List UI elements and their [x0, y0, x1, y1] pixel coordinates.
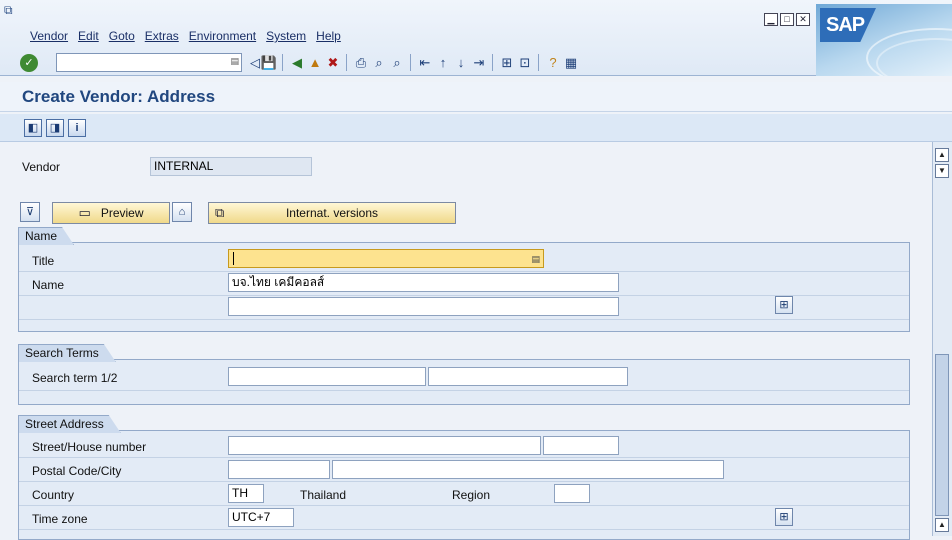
- vendor-label: Vendor: [22, 160, 61, 174]
- city-field[interactable]: [332, 460, 724, 479]
- vertical-scrollbar[interactable]: ▲ ▼ ▲: [932, 142, 952, 536]
- street-address-title: Street Address: [18, 415, 121, 433]
- scroll-down-icon[interactable]: ▼: [935, 164, 949, 178]
- street-label: Street/House number: [32, 440, 147, 454]
- value-help-icon[interactable]: ▤: [531, 251, 540, 267]
- last-page-icon[interactable]: ⇥: [470, 54, 488, 72]
- page-title: Create Vendor: Address: [22, 87, 216, 106]
- next-screen-icon[interactable]: ◨: [46, 119, 64, 137]
- next-page-icon[interactable]: ↓: [452, 54, 470, 72]
- name2-field[interactable]: [228, 297, 619, 316]
- name-label: Name: [32, 278, 65, 292]
- menu-bar: Vendor Edit Goto Extras Environment Syst…: [30, 28, 341, 44]
- help-icon[interactable]: ?: [544, 54, 562, 72]
- standard-toolbar: ✓ ▤ ◁ 💾 ◀ ▲ ✖ ⎙ ⌕ ⌕ ⇤ ↑ ↓ ⇥ ⊞ ⊡ ? ▦: [20, 52, 810, 72]
- cancel-icon[interactable]: ✖: [324, 54, 342, 72]
- scroll-up-bottom-icon[interactable]: ▲: [935, 518, 949, 532]
- region-field[interactable]: [554, 484, 590, 503]
- country-field[interactable]: TH: [228, 484, 264, 503]
- close-icon[interactable]: ✕: [796, 13, 810, 26]
- more-fields-icon[interactable]: ⊞: [775, 296, 793, 314]
- main-content: Vendor INTERNAL ⊽ ▭ Preview ⌂ ⧉ Internat…: [0, 142, 930, 540]
- menu-help[interactable]: Help: [316, 28, 341, 44]
- preview-button[interactable]: ▭ Preview: [52, 202, 170, 224]
- search-term-2-field[interactable]: [428, 367, 628, 386]
- exit-icon[interactable]: ▲: [306, 54, 324, 72]
- postal-city-label: Postal Code/City: [32, 464, 122, 478]
- logo-text: SAP: [826, 14, 865, 36]
- new-session-icon[interactable]: ⊞: [498, 54, 516, 72]
- sap-logo: SAP: [816, 4, 952, 76]
- window-controls: ▁ □ ✕: [764, 13, 810, 26]
- menu-system[interactable]: System: [266, 28, 306, 44]
- enter-check-icon[interactable]: ✓: [20, 54, 38, 72]
- timezone-label: Time zone: [32, 512, 88, 526]
- shortcut-icon[interactable]: ⊡: [516, 54, 534, 72]
- more-address-fields-icon[interactable]: ⊞: [775, 508, 793, 526]
- vendor-field: INTERNAL: [150, 157, 312, 176]
- maximize-icon[interactable]: □: [780, 13, 794, 26]
- menu-extras[interactable]: Extras: [145, 28, 179, 44]
- prev-page-icon[interactable]: ↑: [434, 54, 452, 72]
- page-icon: ▭: [78, 205, 91, 220]
- title-label: Title: [32, 254, 55, 268]
- house-number-field[interactable]: [543, 436, 619, 455]
- versions-icon: ⧉: [215, 205, 225, 220]
- application-toolbar: ◧ ◨ i: [0, 114, 952, 142]
- expand-icon[interactable]: ⊽: [20, 202, 40, 222]
- save-icon[interactable]: 💾: [260, 54, 278, 72]
- previous-screen-icon[interactable]: ◧: [24, 119, 42, 137]
- dropdown-icon[interactable]: ▤: [230, 56, 239, 67]
- menu-goto[interactable]: Goto: [109, 28, 135, 44]
- timezone-field[interactable]: UTC+7: [228, 508, 294, 527]
- region-label: Region: [452, 488, 491, 502]
- first-page-icon[interactable]: ⇤: [416, 54, 434, 72]
- nav-back-icon[interactable]: ◀: [288, 54, 306, 72]
- search-terms-title: Search Terms: [18, 344, 116, 362]
- menu-vendor[interactable]: Vendor: [30, 28, 68, 44]
- info-icon[interactable]: i: [68, 119, 86, 137]
- country-name: Thailand: [300, 488, 347, 502]
- find-icon[interactable]: ⌕: [370, 54, 388, 72]
- menu-edit[interactable]: Edit: [78, 28, 99, 44]
- title-bar: Create Vendor: Address: [0, 82, 952, 112]
- window-header: ⧉ Vendor Edit Goto Extras Environment Sy…: [0, 0, 952, 76]
- scroll-up-icon[interactable]: ▲: [935, 148, 949, 162]
- command-field[interactable]: ▤: [56, 53, 242, 72]
- street-field[interactable]: [228, 436, 541, 455]
- name-field[interactable]: บจ.ไทย เคมีคอลส์: [228, 273, 619, 292]
- country-label: Country: [32, 488, 75, 502]
- find-next-icon[interactable]: ⌕: [388, 54, 406, 72]
- scroll-thumb[interactable]: [935, 354, 949, 516]
- layout-icon[interactable]: ▦: [562, 54, 580, 72]
- internat-versions-button[interactable]: ⧉ Internat. versions: [208, 202, 456, 224]
- search-term-1-field[interactable]: [228, 367, 426, 386]
- print-icon[interactable]: ⎙: [352, 54, 370, 72]
- search-term-label: Search term 1/2: [32, 371, 118, 385]
- postal-code-field[interactable]: [228, 460, 330, 479]
- menu-environment[interactable]: Environment: [189, 28, 256, 44]
- system-menu-icon[interactable]: ⧉: [4, 3, 18, 17]
- address-change-icon[interactable]: ⌂: [172, 202, 192, 222]
- minimize-icon[interactable]: ▁: [764, 13, 778, 26]
- name-group-title: Name: [18, 227, 74, 245]
- title-field[interactable]: ▤: [228, 249, 544, 268]
